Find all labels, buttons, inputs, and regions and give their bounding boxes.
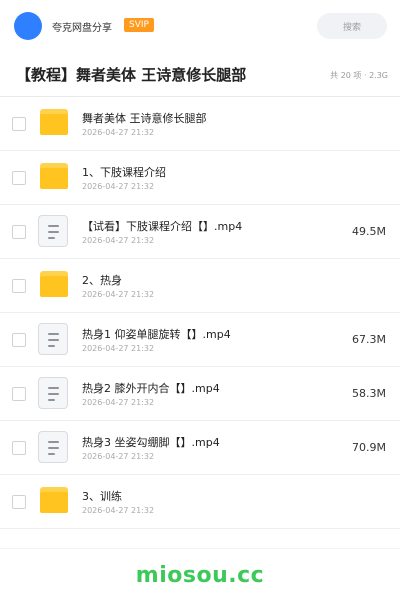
item-date: 2026-04-27 21:32 (82, 236, 155, 245)
item-name: 1、下肢课程介绍 (82, 166, 166, 179)
folder-icon (40, 163, 68, 189)
item-date: 2026-04-27 21:32 (82, 128, 155, 137)
folder-row[interactable]: 2、热身 2026-04-27 21:32 (0, 259, 400, 313)
item-name: 【试看】下肢课程介绍【】.mp4 (82, 220, 243, 233)
item-name: 2、热身 (82, 274, 122, 287)
item-date: 2026-04-27 21:32 (82, 290, 155, 299)
file-row[interactable]: 热身1 仰姿单腿旋转【】.mp4 2026-04-27 21:32 67.3M (0, 313, 400, 367)
select-checkbox[interactable] (12, 279, 26, 293)
select-checkbox[interactable] (12, 225, 26, 239)
item-size: 58.3M (352, 387, 386, 400)
file-icon (38, 431, 68, 463)
select-checkbox[interactable] (12, 333, 26, 347)
file-list: 舞者美体 王诗意修长腿部 2026-04-27 21:32 1、下肢课程介绍 2026… (0, 97, 400, 529)
user-avatar[interactable] (14, 12, 42, 40)
folder-icon (40, 109, 68, 135)
file-icon (38, 377, 68, 409)
site-watermark: miosou.cc (135, 562, 265, 588)
item-date: 2026-04-27 21:32 (82, 506, 155, 515)
item-date: 2026-04-27 21:32 (82, 452, 155, 461)
item-size: 49.5M (352, 225, 386, 238)
folder-icon (40, 487, 68, 513)
top-bar: 夸克网盘分享 SVIP 搜索 (0, 0, 400, 52)
share-title-bar: 【教程】舞者美体 王诗意修长腿部 共 20 项 · 2.3G (0, 52, 400, 97)
item-date: 2026-04-27 21:32 (82, 344, 155, 353)
item-name: 3、训练 (82, 490, 122, 503)
file-row[interactable]: 【试看】下肢课程介绍【】.mp4 2026-04-27 21:32 49.5M (0, 205, 400, 259)
footer: miosou.cc (0, 548, 400, 601)
item-date: 2026-04-27 21:32 (82, 398, 155, 407)
share-meta: 共 20 项 · 2.3G (330, 71, 388, 80)
select-checkbox[interactable] (12, 441, 26, 455)
select-checkbox[interactable] (12, 171, 26, 185)
folder-row[interactable]: 3、训练 2026-04-27 21:32 (0, 475, 400, 529)
folder-row[interactable]: 1、下肢课程介绍 2026-04-27 21:32 (0, 151, 400, 205)
item-name: 舞者美体 王诗意修长腿部 (82, 112, 207, 125)
file-row[interactable]: 热身3 坐姿勾绷脚【】.mp4 2026-04-27 21:32 70.9M (0, 421, 400, 475)
item-name: 热身3 坐姿勾绷脚【】.mp4 (82, 436, 220, 449)
app-name: 夸克网盘分享 (52, 23, 112, 34)
select-checkbox[interactable] (12, 117, 26, 131)
item-size: 67.3M (352, 333, 386, 346)
folder-icon (40, 271, 68, 297)
item-name: 热身1 仰姿单腿旋转【】.mp4 (82, 328, 231, 341)
file-icon (38, 215, 68, 247)
search-placeholder: 搜索 (342, 22, 361, 33)
item-date: 2026-04-27 21:32 (82, 182, 155, 191)
svip-badge: SVIP (124, 18, 154, 32)
select-checkbox[interactable] (12, 387, 26, 401)
item-size: 70.9M (352, 441, 386, 454)
select-checkbox[interactable] (12, 495, 26, 509)
file-row[interactable]: 热身2 膝外开内合【】.mp4 2026-04-27 21:32 58.3M (0, 367, 400, 421)
folder-row[interactable]: 舞者美体 王诗意修长腿部 2026-04-27 21:32 (0, 97, 400, 151)
share-title: 【教程】舞者美体 王诗意修长腿部 (16, 66, 247, 84)
item-name: 热身2 膝外开内合【】.mp4 (82, 382, 220, 395)
file-icon (38, 323, 68, 355)
search-box[interactable]: 搜索 (317, 13, 387, 39)
